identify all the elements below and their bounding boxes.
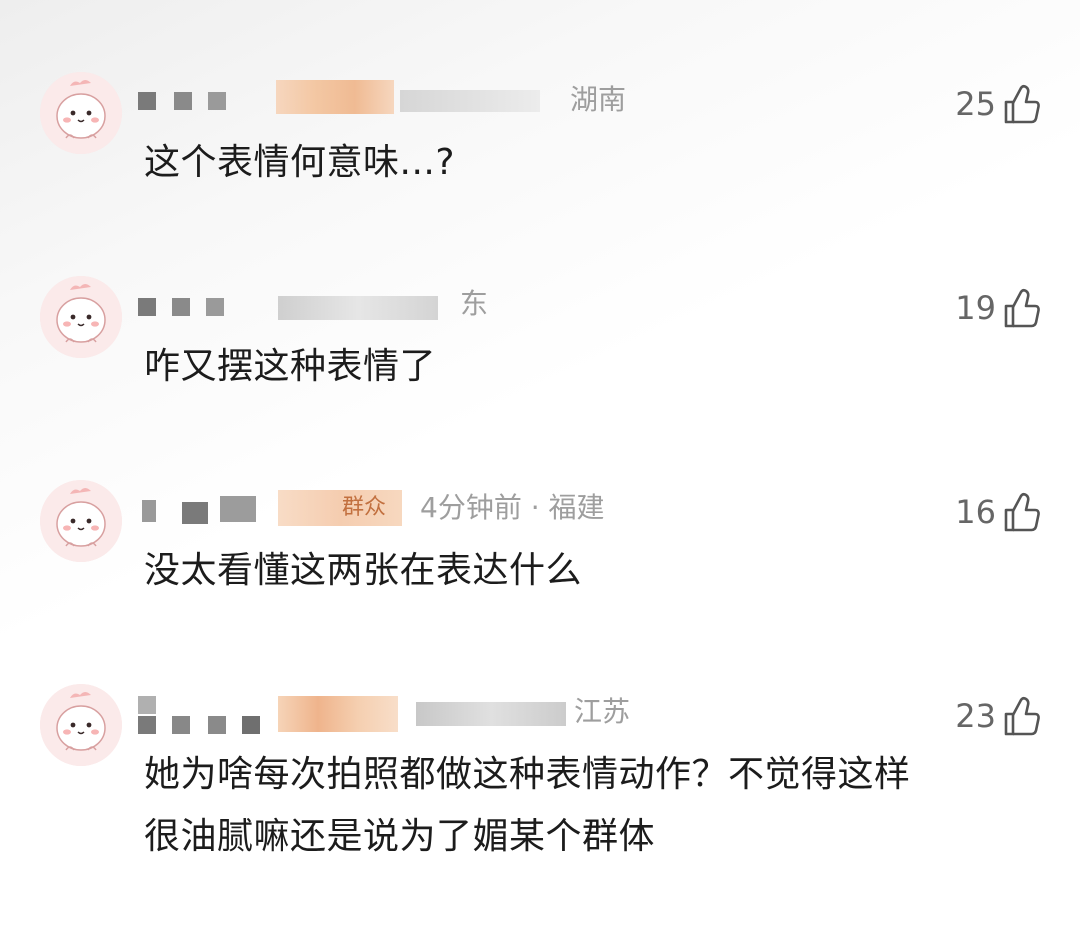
comment-text-line: 她为啥每次拍照都做这种表情动作？不觉得这样 xyxy=(144,754,911,795)
like-count: 19 xyxy=(955,289,996,327)
like-button[interactable]: 25 xyxy=(955,82,1042,126)
comment-time-location: 4分钟前 · 福建 xyxy=(420,491,605,524)
comment-text: 咋又摆这种表情了 xyxy=(144,346,437,387)
blurred-username xyxy=(142,500,156,522)
comment-location: 江苏 xyxy=(574,695,631,728)
blurred-username xyxy=(174,92,192,110)
avatar[interactable] xyxy=(40,480,122,562)
thumbs-up-icon xyxy=(1002,490,1042,534)
avatar[interactable] xyxy=(40,684,122,766)
blurred-username xyxy=(172,716,190,734)
comment-text: 没太看懂这两张在表达什么 xyxy=(144,550,583,591)
comment-meta: 群众 4分钟前 · 福建 xyxy=(138,488,698,528)
cartoon-avatar-icon xyxy=(40,684,122,766)
like-button[interactable]: 19 xyxy=(955,286,1042,330)
blurred-username xyxy=(138,298,156,316)
blurred-time xyxy=(400,90,540,112)
blurred-time xyxy=(278,296,438,320)
blurred-username xyxy=(242,716,260,734)
blurred-badge xyxy=(276,80,394,114)
blurred-username xyxy=(182,502,208,524)
thumbs-up-icon xyxy=(1002,694,1042,738)
comment-meta: 湖南 xyxy=(138,80,698,120)
badge-label: 群众 xyxy=(342,495,387,520)
avatar[interactable] xyxy=(40,72,122,154)
cartoon-avatar-icon xyxy=(40,72,122,154)
blurred-username xyxy=(138,716,156,734)
blurred-username xyxy=(220,496,256,522)
like-count: 23 xyxy=(955,697,996,735)
comment-location: 湖南 xyxy=(570,83,627,116)
comment-location: 东 xyxy=(460,287,489,320)
blurred-username xyxy=(208,92,226,110)
blurred-username xyxy=(138,92,156,110)
comment-text: 她为啥每次拍照都做这种表情动作？不觉得这样 很油腻嘛还是说为了媚某个群体 xyxy=(144,744,911,868)
comment-meta: 东 xyxy=(138,284,698,324)
blurred-badge xyxy=(278,696,398,732)
like-count: 25 xyxy=(955,85,996,123)
comment-meta: 江苏 xyxy=(138,692,698,734)
blurred-username xyxy=(206,298,224,316)
cartoon-avatar-icon xyxy=(40,480,122,562)
like-button[interactable]: 23 xyxy=(955,694,1042,738)
like-button[interactable]: 16 xyxy=(955,490,1042,534)
blurred-username xyxy=(138,696,156,714)
comment-text: 这个表情何意味...? xyxy=(144,142,455,183)
blurred-username xyxy=(172,298,190,316)
thumbs-up-icon xyxy=(1002,286,1042,330)
like-count: 16 xyxy=(955,493,996,531)
comment-text-line: 很油腻嘛还是说为了媚某个群体 xyxy=(144,816,656,857)
avatar[interactable] xyxy=(40,276,122,358)
blurred-username xyxy=(208,716,226,734)
blurred-time xyxy=(416,702,566,726)
thumbs-up-icon xyxy=(1002,82,1042,126)
cartoon-avatar-icon xyxy=(40,276,122,358)
